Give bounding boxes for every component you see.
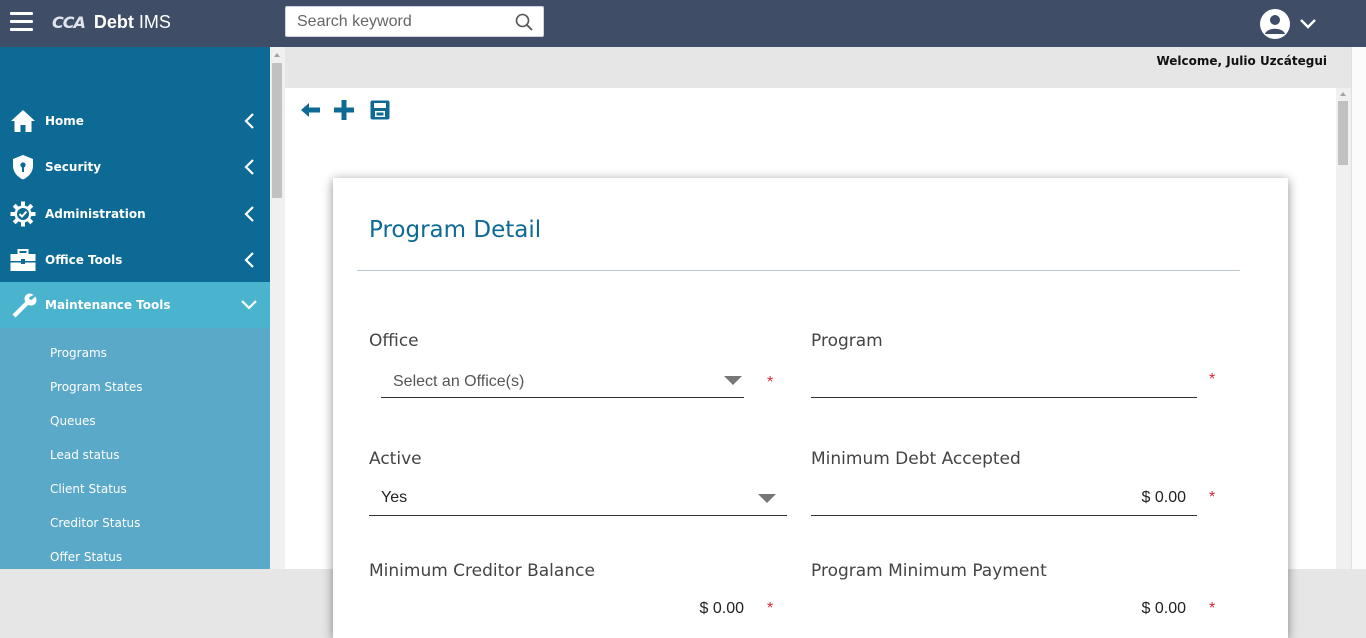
back-arrow-icon[interactable] [299,99,321,121]
office-underline [381,397,744,398]
scrollbar-thumb[interactable] [1338,101,1348,165]
active-select[interactable]: Yes [369,485,787,513]
chevron-left-icon [244,206,254,222]
office-label: Office [369,331,419,351]
active-select-value: Yes [381,489,408,506]
submenu-item-program-states[interactable]: Program States [50,380,142,394]
search-input[interactable] [286,7,501,36]
detail-panel: Program Detail Office Select an Office(s… [285,88,1336,638]
hamburger-menu-icon[interactable] [10,12,33,32]
min-payment-input[interactable]: $ 0.00 [811,596,1197,624]
app-name: Debt IMS [93,12,171,32]
program-label: Program [811,331,883,351]
chevron-left-icon [244,113,254,129]
add-plus-icon[interactable] [333,99,355,121]
sidebar-item-maintenance-tools[interactable]: Maintenance Tools [0,282,270,328]
search-icon[interactable] [515,13,533,31]
active-underline [369,515,787,516]
office-select[interactable]: Select an Office(s) [381,369,744,397]
sidebar-item-administration[interactable]: Administration [0,191,270,237]
required-asterisk: * [767,374,774,391]
office-select-placeholder: Select an Office(s) [393,373,525,390]
title-divider [357,270,1240,271]
min-debt-underline [811,515,1197,516]
top-bar: CCA Debt IMS [0,0,1366,47]
sidebar-item-label: Office Tools [45,253,123,267]
submenu-item-lead-status[interactable]: Lead status [50,448,120,462]
sidebar-scrollbar[interactable] [270,47,285,569]
chevron-down-icon [1300,19,1316,29]
chevron-left-icon [244,252,254,268]
min-debt-value: $ 0.00 [1141,489,1186,506]
submenu-item-queues[interactable]: Queues [50,414,96,428]
min-debt-label: Minimum Debt Accepted [811,449,1021,469]
page-title: Program Detail [369,217,542,243]
scroll-up-arrow-icon[interactable] [274,53,280,57]
active-label: Active [369,449,422,469]
user-menu-button[interactable] [1258,7,1322,41]
welcome-message: Welcome, Julio Uzcátegui [1156,54,1327,68]
shield-icon [13,155,33,180]
app-logo[interactable]: CCA Debt IMS [52,12,171,33]
sidebar-item-home[interactable]: Home [0,98,270,144]
required-asterisk: * [1209,600,1216,617]
sidebar-item-label: Home [45,114,84,128]
chevron-down-icon [241,300,257,310]
sidebar-item-office-tools[interactable]: Office Tools [0,237,270,283]
maintenance-tools-submenu: Programs Program States Queues Lead stat… [0,328,270,569]
scroll-up-arrow-icon[interactable] [1340,92,1346,96]
caret-down-icon[interactable] [758,494,776,503]
program-underline [811,397,1197,398]
scrollbar-thumb[interactable] [272,63,282,198]
sidebar-item-label: Administration [45,207,146,221]
submenu-item-client-status[interactable]: Client Status [50,482,127,496]
program-detail-card: Program Detail Office Select an Office(s… [333,178,1288,638]
min-creditor-value: $ 0.00 [699,600,744,617]
home-icon [11,110,35,132]
caret-down-icon[interactable] [724,376,742,385]
content-scrollbar[interactable] [1336,88,1351,569]
user-avatar-icon [1260,9,1290,39]
sidebar-item-label: Maintenance Tools [45,298,171,312]
logo-mark: CCA [52,13,86,32]
save-icon[interactable] [369,99,391,121]
required-asterisk: * [767,600,774,617]
min-debt-input[interactable]: $ 0.00 [811,485,1197,513]
sidebar-item-security[interactable]: Security [0,144,270,190]
program-input[interactable] [811,369,1197,397]
gear-icon [10,201,36,227]
required-asterisk: * [1209,371,1216,388]
min-payment-label: Program Minimum Payment [811,561,1047,581]
main-content: Welcome, Julio Uzcátegui Program Detail … [285,47,1366,638]
sidebar: Home Security Administration Office Tool… [0,47,270,569]
min-creditor-input[interactable]: $ 0.00 [381,596,744,624]
chevron-left-icon [244,159,254,175]
search-box [285,6,544,37]
page-edge [1351,47,1366,569]
sidebar-item-label: Security [45,160,102,174]
min-payment-value: $ 0.00 [1141,600,1186,617]
submenu-item-programs[interactable]: Programs [50,346,107,360]
submenu-item-creditor-status[interactable]: Creditor Status [50,516,140,530]
required-asterisk: * [1209,489,1216,506]
toolbox-icon [10,249,36,271]
min-creditor-label: Minimum Creditor Balance [369,561,595,581]
wrench-icon [12,293,37,318]
submenu-item-offer-status[interactable]: Offer Status [50,550,122,564]
